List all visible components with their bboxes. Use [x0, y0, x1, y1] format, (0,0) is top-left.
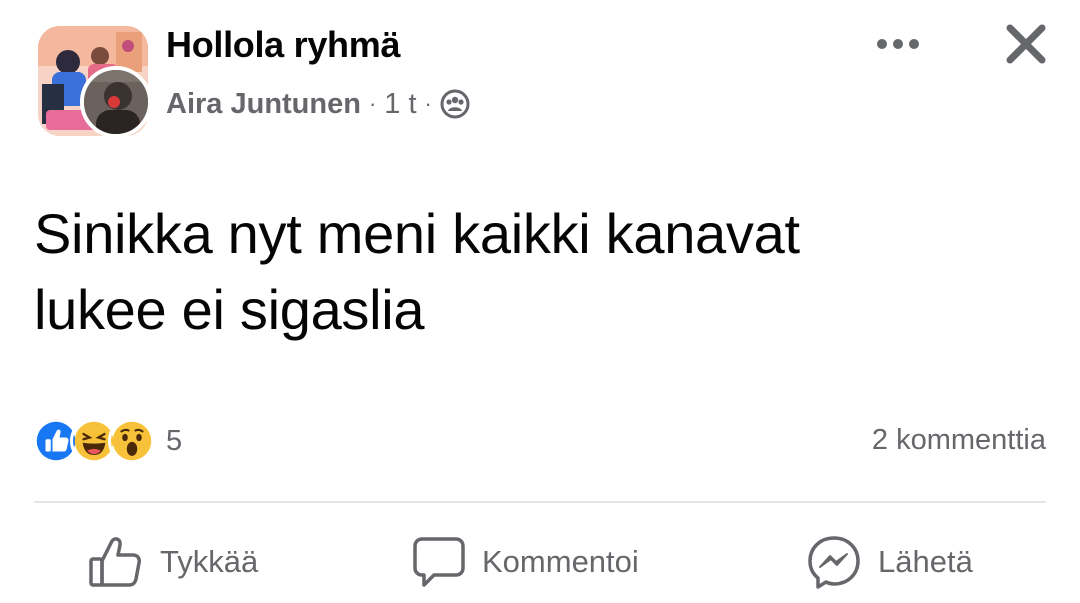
post-meta: Aira Juntunen · 1 t ·	[166, 86, 470, 122]
more-dots-icon	[877, 39, 919, 49]
divider	[34, 501, 1046, 503]
post-avatars[interactable]	[38, 26, 152, 138]
send-label: Lähetä	[878, 544, 973, 579]
more-options-button[interactable]	[870, 26, 926, 62]
comment-button[interactable]: Kommentoi	[412, 530, 639, 594]
comment-label: Kommentoi	[482, 544, 639, 579]
author-name[interactable]: Aira Juntunen	[166, 88, 361, 121]
like-label: Tykkää	[160, 544, 259, 579]
comments-count-link[interactable]: 2 kommenttia	[872, 424, 1046, 457]
post-time[interactable]: 1 t	[384, 88, 416, 121]
messenger-icon	[808, 536, 860, 589]
meta-separator: ·	[368, 91, 377, 116]
reactions-summary[interactable]: 5	[32, 416, 182, 466]
post-card: Hollola ryhmä Aira Juntunen · 1 t · Sini…	[0, 0, 1080, 603]
post-text: Sinikka nyt meni kaikki kanavat lukee ei…	[34, 196, 1014, 348]
reaction-count: 5	[166, 424, 183, 457]
comment-bubble-icon	[413, 537, 465, 587]
thumbs-up-icon	[89, 537, 141, 587]
wow-reaction-icon	[108, 417, 156, 465]
meta-separator: ·	[424, 91, 432, 116]
close-button[interactable]	[996, 14, 1056, 74]
user-avatar[interactable]	[80, 66, 152, 138]
send-button[interactable]: Lähetä	[806, 530, 973, 594]
post-text-line: Sinikka nyt meni kaikki kanavat	[34, 202, 800, 265]
group-name[interactable]: Hollola ryhmä	[166, 24, 400, 66]
close-icon	[1006, 24, 1046, 64]
like-button[interactable]: Tykkää	[86, 530, 258, 594]
post-text-line: lukee ei sigaslia	[34, 278, 425, 341]
group-members-icon	[440, 89, 470, 119]
